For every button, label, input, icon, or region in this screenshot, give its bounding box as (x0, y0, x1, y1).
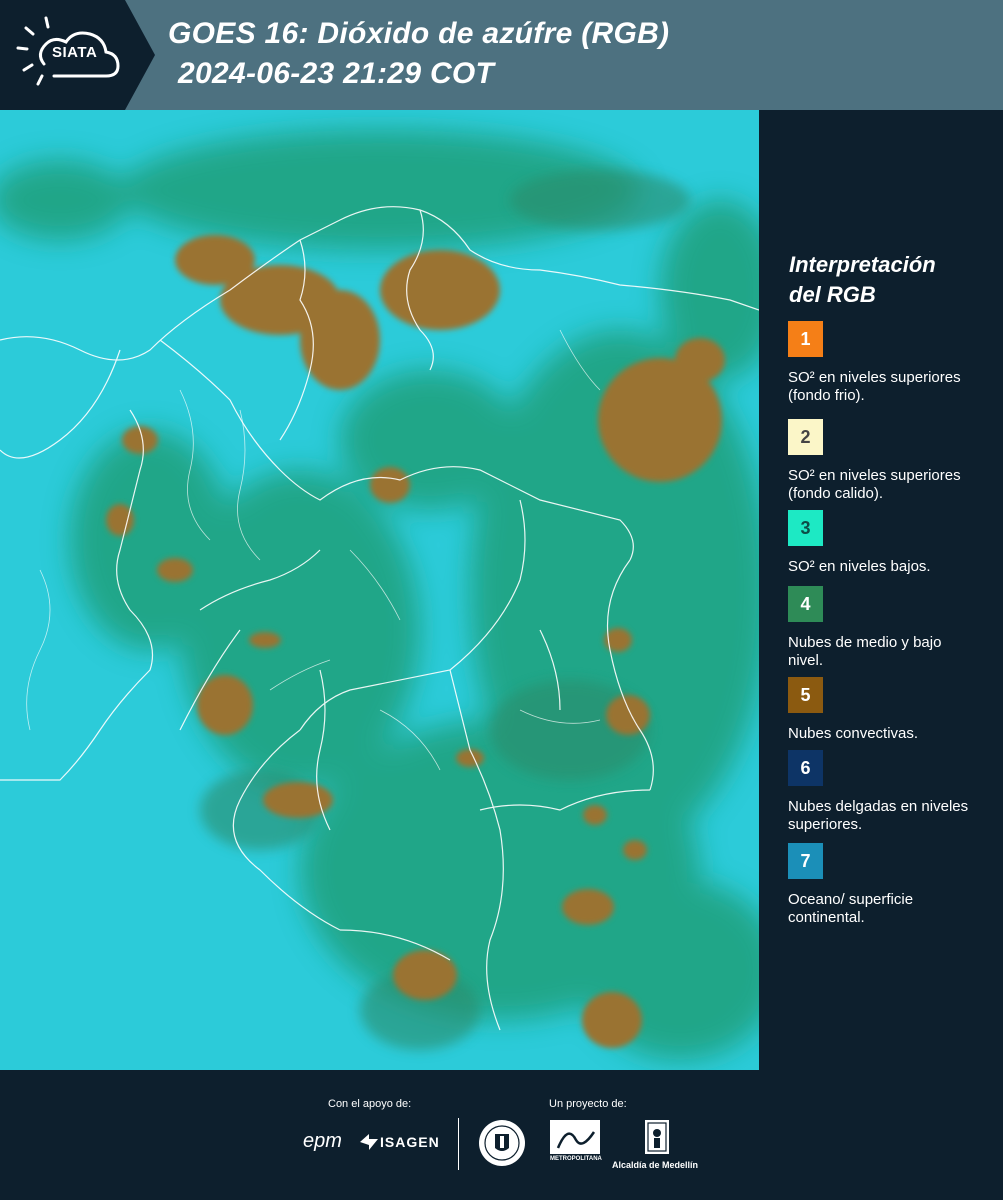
legend-swatch-7: 7 (788, 843, 823, 879)
legend-item-2: 2 SO² en niveles superiores (fondo calid… (788, 419, 978, 503)
medellin-seal-icon (479, 1120, 525, 1166)
epm-logo: epm (303, 1130, 342, 1152)
legend-label-2: SO² en niveles superiores (fondo calido)… (788, 467, 961, 502)
legend-title-line-1: Interpretación (789, 252, 936, 277)
legend-title: Interpretación del RGB (789, 250, 989, 310)
legend-label-3: SO² en niveles bajos. (788, 558, 931, 575)
title-line-1: GOES 16: Dióxido de azúfre (RGB) (168, 17, 670, 50)
header: SIATA GOES 16: Dióxido de azúfre (RGB) 2… (0, 0, 1003, 110)
support-label: Con el apoyo de: (328, 1098, 412, 1110)
legend-swatch-3: 3 (788, 510, 823, 546)
isagen-logo-icon (360, 1134, 378, 1150)
satellite-map (0, 110, 759, 1070)
legend-label-6: Nubes delgadas en niveles superiores. (788, 798, 969, 833)
legend-label-7: Oceano/ superficie continental. (788, 891, 914, 926)
area-metropolitana-caption: METROPOLITANA (550, 1156, 602, 1162)
legend-swatch-1: 1 (788, 321, 823, 357)
legend-label-4: Nubes de medio y bajo nivel. (788, 634, 942, 669)
footer-divider (458, 1118, 459, 1170)
legend-item-7: 7 Oceano/ superficie continental. (788, 843, 978, 927)
logo-text: SIATA (52, 44, 98, 61)
legend-swatch-4: 4 (788, 586, 823, 622)
legend-label-5: Nubes convectivas. (788, 725, 919, 742)
legend-label-1: SO² en niveles superiores (fondo frio). (788, 369, 961, 404)
legend-item-5: 5 Nubes convectivas. (788, 677, 978, 743)
title-line-2: 2024-06-23 21:29 COT (178, 57, 495, 90)
footer: Con el apoyo de: Un proyecto de: epm ISA… (0, 1070, 1003, 1200)
legend-swatch-2: 2 (788, 419, 823, 455)
legend-item-4: 4 Nubes de medio y bajo nivel. (788, 586, 978, 670)
legend-item-3: 3 SO² en niveles bajos. (788, 510, 978, 576)
legend-title-line-2: del RGB (789, 282, 876, 307)
legend-item-1: 1 SO² en niveles superiores (fondo frio)… (788, 321, 978, 405)
alcaldia-coat-of-arms-icon (645, 1120, 669, 1154)
satellite-image (0, 110, 759, 1070)
legend-swatch-5: 5 (788, 677, 823, 713)
project-label: Un proyecto de: (549, 1098, 627, 1110)
rgb-legend: Interpretación del RGB 1 SO² en niveles … (759, 110, 1003, 1070)
legend-swatch-6: 6 (788, 750, 823, 786)
alcaldia-caption: Alcaldía de Medellín (612, 1160, 699, 1170)
page-title: GOES 16: Dióxido de azúfre (RGB) 2024-06… (168, 14, 669, 94)
isagen-logo: ISAGEN (380, 1134, 440, 1150)
legend-item-6: 6 Nubes delgadas en niveles superiores. (788, 750, 978, 834)
